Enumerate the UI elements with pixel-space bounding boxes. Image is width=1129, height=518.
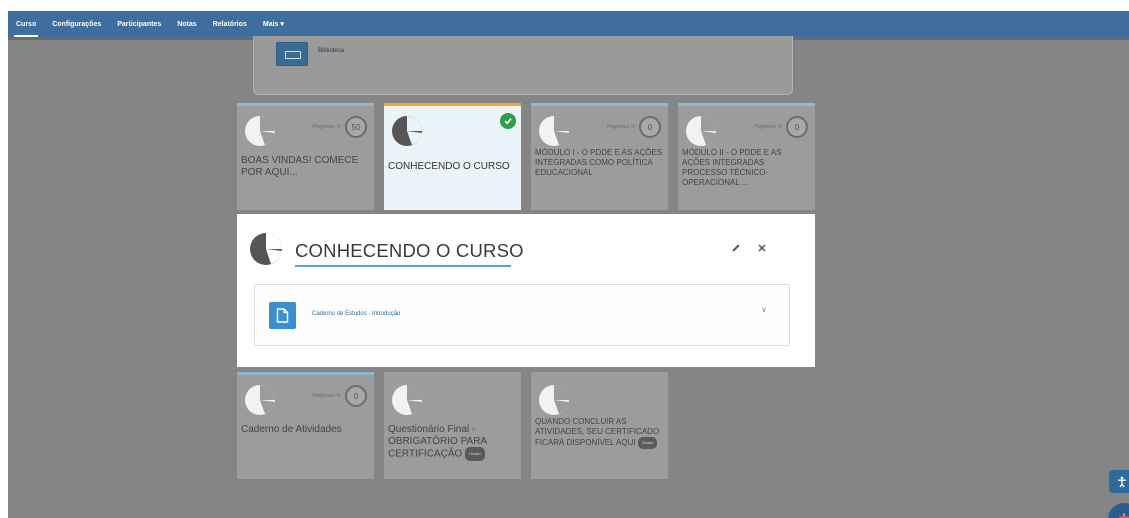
hidden-badge: Oculto — [465, 447, 485, 461]
nav-item-relatorios[interactable]: Relatórios — [205, 21, 255, 28]
section-pie-icon — [250, 233, 282, 265]
accessibility-icon — [1118, 476, 1126, 487]
progress-label: Progresso % — [312, 393, 341, 399]
progress-label: Progresso % — [312, 124, 341, 130]
section-tile-title: MÓDULO I - O PDDE E AS AÇÕES INTEGRADAS … — [535, 148, 663, 177]
section-tile-title: QUANDO CONCLUIR AS ATIVIDADES, SEU CERTI… — [535, 417, 664, 449]
activity-item[interactable]: Caderno de Estudos - Introdução ∨ — [254, 284, 790, 346]
progress-value: 0 — [786, 116, 808, 138]
section-title: CONHECENDO O CURSO — [295, 240, 524, 261]
section-tile-certificado[interactable]: QUANDO CONCLUIR AS ATIVIDADES, SEU CERTI… — [531, 372, 668, 479]
section-pie-icon — [245, 385, 275, 415]
section-pie-icon — [392, 116, 422, 146]
chat-assistant-button[interactable] — [1108, 503, 1129, 518]
nav-item-curso[interactable]: Curso — [8, 21, 44, 37]
library-card[interactable]: Biblioteca — [253, 36, 793, 95]
section-tile-modulo-2[interactable]: Progresso % 0 MÓDULO II - O PDDE E AS AÇ… — [678, 103, 815, 210]
nav-item-notas[interactable]: Notas — [169, 21, 204, 28]
section-tile-title: BOAS VINDAS! COMECE POR AQUI... — [241, 155, 359, 178]
section-expanded-panel: CONHECENDO O CURSO ✕ Caderno de Estudos … — [237, 214, 815, 367]
hidden-badge: Oculto — [637, 437, 658, 449]
document-icon — [269, 302, 296, 329]
section-pie-icon — [539, 116, 569, 146]
edit-pencil-icon[interactable] — [726, 238, 746, 258]
progress-value: 0 — [345, 385, 367, 407]
progress-indicator: Progresso % 0 — [606, 116, 661, 138]
section-tile-title: CONHECENDO O CURSO — [388, 161, 510, 172]
chevron-down-icon[interactable]: ∨ — [761, 305, 767, 314]
progress-indicator: Progresso % 50 — [312, 116, 367, 138]
activity-link[interactable]: Caderno de Estudos - Introdução — [312, 311, 400, 317]
progress-indicator: Progresso % 0 — [753, 116, 808, 138]
library-label: Biblioteca — [318, 48, 345, 54]
progress-value: 50 — [345, 116, 367, 138]
section-tile-caderno-de-atividades[interactable]: Progresso % 0 Caderno de Atividades — [237, 372, 374, 479]
section-tile-questionario-final[interactable]: Questionário Final - OBRIGATÓRIO PARA CE… — [384, 372, 521, 479]
nav-item-configuracoes[interactable]: Configurações — [44, 21, 109, 28]
accessibility-button[interactable] — [1109, 470, 1129, 493]
course-navbar: Curso Configurações Participantes Notas … — [8, 11, 1129, 37]
nav-item-mais-menu[interactable]: Mais ▾ — [255, 20, 292, 28]
section-title-underline — [295, 265, 511, 267]
section-tile-title: MÓDULO II - O PDDE E AS AÇÕES INTEGRADAS… — [682, 148, 782, 187]
library-icon — [276, 42, 308, 66]
nav-item-participantes[interactable]: Participantes — [109, 21, 169, 28]
section-pie-icon — [245, 116, 275, 146]
section-tile-title: Caderno de Atividades — [241, 424, 342, 435]
section-tile-boas-vindas[interactable]: Progresso % 50 BOAS VINDAS! COMECE POR A… — [237, 103, 374, 210]
progress-indicator: Progresso % 0 — [312, 385, 367, 407]
section-tile-modulo-1[interactable]: Progresso % 0 MÓDULO I - O PDDE E AS AÇÕ… — [531, 103, 668, 210]
progress-label: Progresso % — [753, 124, 782, 130]
close-icon[interactable]: ✕ — [752, 238, 772, 258]
completed-check-icon — [500, 113, 516, 129]
progress-value: 0 — [639, 116, 661, 138]
section-tile-title: Questionário Final - OBRIGATÓRIO PARA CE… — [388, 424, 517, 461]
progress-label: Progresso % — [606, 124, 635, 130]
section-pie-icon — [686, 116, 716, 146]
section-pie-icon — [392, 385, 422, 415]
course-page: Curso Configurações Participantes Notas … — [8, 11, 1129, 518]
robot-icon — [1119, 513, 1129, 518]
section-tile-conhecendo-o-curso[interactable]: CONHECENDO O CURSO — [384, 103, 521, 210]
section-pie-icon — [539, 385, 569, 415]
